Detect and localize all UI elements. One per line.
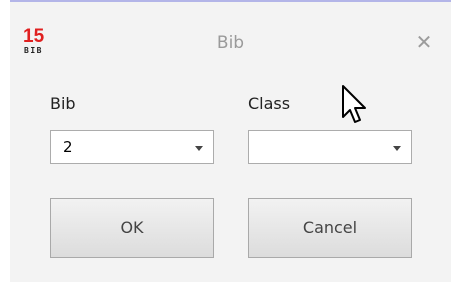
class-label: Class <box>248 94 291 113</box>
chevron-down-icon[interactable] <box>393 146 401 151</box>
bib-label: Bib <box>50 94 76 113</box>
cancel-button[interactable]: Cancel <box>248 198 412 258</box>
title-bar: 15 BIB Bib ✕ <box>10 2 451 82</box>
bib-select-value: 2 <box>63 138 73 156</box>
close-icon[interactable]: ✕ <box>413 31 435 53</box>
window-title: Bib <box>216 33 245 53</box>
chevron-down-icon[interactable] <box>195 146 203 151</box>
mouse-pointer-icon <box>342 85 366 123</box>
bib-select[interactable]: 2 <box>50 130 214 164</box>
bib-dialog: 15 BIB Bib ✕ Bib Class 2 OK Cancel <box>10 0 451 282</box>
class-select[interactable] <box>248 130 412 164</box>
ok-button[interactable]: OK <box>50 198 214 258</box>
